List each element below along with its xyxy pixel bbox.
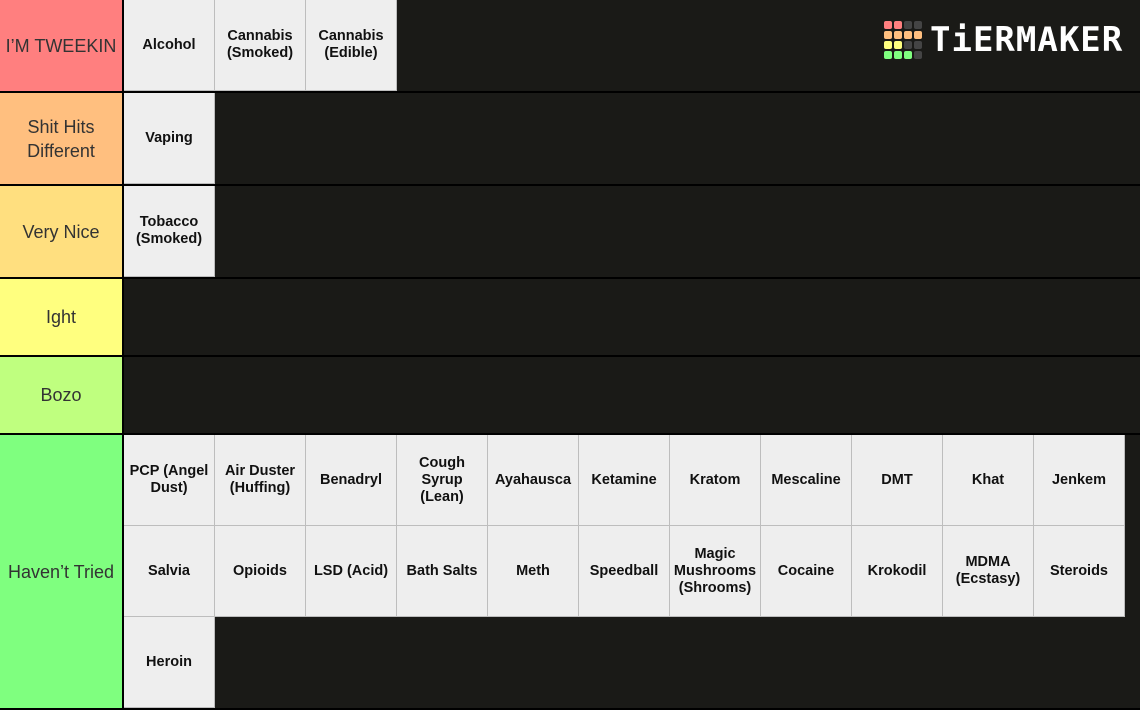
tier-row: Very Nice Tobacco (Smoked) [0,186,1140,279]
tier-item[interactable]: Cannabis (Edible) [306,0,397,91]
tier-items [124,279,1140,355]
tier-item[interactable]: Air Duster (Huffing) [215,435,306,526]
tier-item[interactable]: Cannabis (Smoked) [215,0,306,91]
logo-square [884,51,892,59]
tier-item[interactable]: Cough Syrup (Lean) [397,435,488,526]
logo-square [904,41,912,49]
tier-item[interactable]: DMT [852,435,943,526]
tier-item[interactable]: Heroin [124,617,215,708]
logo-square [894,41,902,49]
tier-row: Haven’t Tried PCP (Angel Dust) Air Duster … [0,435,1140,710]
tier-item[interactable]: Steroids [1034,526,1125,617]
tier-item[interactable]: Ayahausca [488,435,579,526]
tier-item[interactable]: Opioids [215,526,306,617]
tier-item[interactable]: Alcohol [124,0,215,91]
tier-item[interactable]: Tobacco (Smoked) [124,186,215,277]
tiermaker-logo: TiERMAKER [884,20,1123,60]
tier-item[interactable]: Ketamine [579,435,670,526]
tier-row: Shit Hits Different Vaping [0,93,1140,186]
tier-item[interactable]: Salvia [124,526,215,617]
logo-square [914,41,922,49]
logo-square [894,21,902,29]
tier-items: Tobacco (Smoked) [124,186,1140,277]
logo-square [884,41,892,49]
logo-square [904,31,912,39]
tier-items [124,357,1140,433]
tier-label[interactable]: Ight [0,279,124,355]
tier-label[interactable]: Bozo [0,357,124,433]
tier-item[interactable]: Speedball [579,526,670,617]
tier-item[interactable]: Benadryl [306,435,397,526]
logo-square [894,31,902,39]
logo-square [914,31,922,39]
tiermaker-grid-icon [884,21,922,59]
tier-item[interactable]: Vaping [124,93,215,184]
tier-item[interactable]: LSD (Acid) [306,526,397,617]
logo-square [914,21,922,29]
tier-label[interactable]: Haven’t Tried [0,435,124,708]
tier-row: Ight [0,279,1140,357]
tier-item[interactable]: Meth [488,526,579,617]
tier-items: Vaping [124,93,1140,184]
tier-item[interactable]: Kratom [670,435,761,526]
tier-item[interactable]: Mescaline [761,435,852,526]
logo-text: TiERMAKER [930,20,1124,60]
tier-item[interactable]: Bath Salts [397,526,488,617]
tier-items: PCP (Angel Dust) Air Duster (Huffing) Bena… [124,435,1140,708]
tier-item[interactable]: PCP (Angel Dust) [124,435,215,526]
tier-item[interactable]: Cocaine [761,526,852,617]
tier-label[interactable]: Shit Hits Different [0,93,124,184]
logo-square [904,21,912,29]
tier-item[interactable]: Jenkem [1034,435,1125,526]
tier-row: Bozo [0,357,1140,435]
tier-board: I’M TWEEKIN Alcohol Cannabis (Smoked) Canna… [0,0,1140,710]
tier-item[interactable]: Magic Mushrooms (Shrooms) [670,526,761,617]
tier-item[interactable]: Khat [943,435,1034,526]
tier-label[interactable]: I’M TWEEKIN [0,0,124,91]
logo-square [894,51,902,59]
tier-label[interactable]: Very Nice [0,186,124,277]
tier-item[interactable]: MDMA (Ecstasy) [943,526,1034,617]
tier-item[interactable]: Krokodil [852,526,943,617]
logo-square [904,51,912,59]
logo-square [884,31,892,39]
logo-square [914,51,922,59]
logo-square [884,21,892,29]
